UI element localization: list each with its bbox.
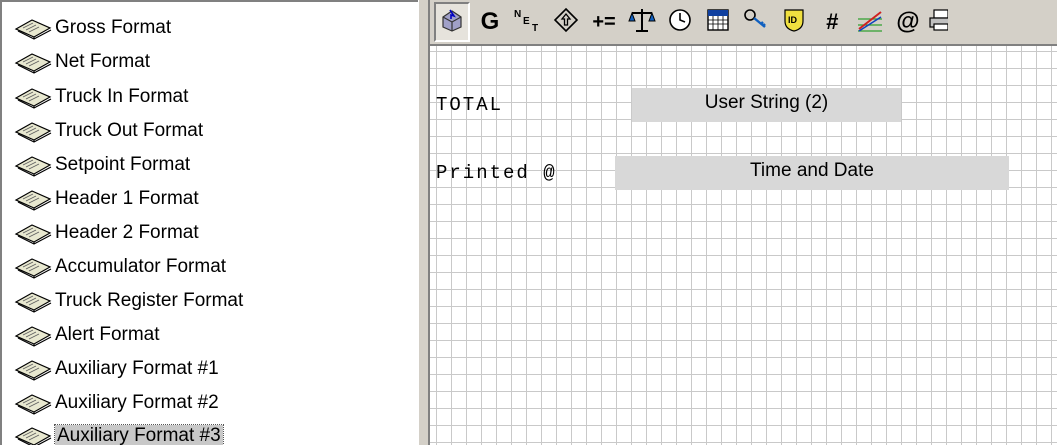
format-book-icon <box>14 391 54 415</box>
tree-item-auxiliary-format-2[interactable]: Auxiliary Format #2 <box>14 391 219 415</box>
tree-item-label: Accumulator Format <box>55 256 227 277</box>
gross-field-button[interactable]: G <box>472 2 508 42</box>
svg-text:N: N <box>514 9 521 20</box>
calendar-icon <box>706 8 730 37</box>
tree-item-label: Truck Out Format <box>55 120 204 141</box>
tree-item-label: Auxiliary Format #3 <box>54 424 224 445</box>
net-tare-icon: N E T <box>513 7 543 38</box>
tree-item-label: Setpoint Format <box>55 154 191 175</box>
accumulate-icon: += <box>592 10 616 33</box>
net-tare-field-button[interactable]: N E T <box>510 2 546 42</box>
number-icon: # <box>825 9 839 34</box>
tree-item-accumulator-format[interactable]: Accumulator Format <box>14 255 226 279</box>
tree-item-truck-register-format[interactable]: Truck Register Format <box>14 289 243 313</box>
tree-item-label: Alert Format <box>55 324 160 345</box>
tree-item-auxiliary-format-3[interactable]: Auxiliary Format #3 <box>14 424 224 445</box>
time-and-date-field[interactable]: Time and Date <box>615 156 1009 190</box>
format-design-canvas[interactable]: TOTAL User String (2) Printed @ Time and… <box>430 46 1057 445</box>
tree-item-setpoint-format[interactable]: Setpoint Format <box>14 153 190 177</box>
svg-text:ID: ID <box>788 15 798 25</box>
time-field-button[interactable] <box>662 2 698 42</box>
tree-item-label: Header 1 Format <box>55 188 199 209</box>
print-button[interactable] <box>928 2 948 42</box>
format-book-icon <box>14 323 54 347</box>
clock-icon <box>667 7 693 38</box>
setpoint-field-button[interactable] <box>548 2 584 42</box>
tree-item-label: Auxiliary Format #1 <box>55 358 219 379</box>
tree-item-label: Auxiliary Format #2 <box>55 392 219 413</box>
tree-item-label: Truck Register Format <box>55 290 244 311</box>
format-tree[interactable]: Gross Format Net Format Truck In Format … <box>0 0 418 445</box>
format-book-icon <box>14 221 54 245</box>
tree-item-label: Net Format <box>55 51 151 72</box>
svg-text:E: E <box>523 16 530 27</box>
format-book-icon <box>14 357 54 381</box>
at-icon: @ <box>896 8 920 35</box>
format-book-icon <box>14 289 54 313</box>
graph-field-button[interactable] <box>852 2 888 42</box>
format-book-icon <box>14 255 54 279</box>
format-book-icon <box>14 153 54 177</box>
tree-item-net-format[interactable]: Net Format <box>14 50 150 74</box>
svg-text:T: T <box>532 23 538 33</box>
id-field-button[interactable]: ID <box>776 2 812 42</box>
tree-item-auxiliary-format-1[interactable]: Auxiliary Format #1 <box>14 357 219 381</box>
format-book-icon <box>14 16 54 40</box>
scale-icon <box>628 6 656 39</box>
tree-item-header-1-format[interactable]: Header 1 Format <box>14 187 199 211</box>
tree-item-label: Header 2 Format <box>55 222 199 243</box>
printer-icon <box>928 8 948 37</box>
format-book-icon <box>14 119 54 143</box>
tree-item-gross-format[interactable]: Gross Format <box>14 16 171 40</box>
id-badge-icon: ID <box>781 7 807 38</box>
tree-item-label: Gross Format <box>55 17 172 38</box>
format-book-icon <box>14 424 54 445</box>
tree-item-header-2-format[interactable]: Header 2 Format <box>14 221 199 245</box>
tree-item-alert-format[interactable]: Alert Format <box>14 323 160 347</box>
printed-at-label[interactable]: Printed @ <box>436 162 557 184</box>
total-label[interactable]: TOTAL <box>436 94 503 116</box>
gross-icon: G <box>480 8 500 35</box>
number-field-button[interactable]: # <box>814 2 850 42</box>
pointer-tool-button[interactable] <box>434 2 470 42</box>
key-field-button[interactable] <box>738 2 774 42</box>
format-book-icon <box>14 85 54 109</box>
panel-splitter[interactable] <box>418 0 430 445</box>
format-book-icon <box>14 187 54 211</box>
date-field-button[interactable] <box>700 2 736 42</box>
accumulate-field-button[interactable]: += <box>586 2 622 42</box>
pointer-icon <box>439 7 465 38</box>
graph-icon <box>856 7 884 38</box>
at-field-button[interactable]: @ <box>890 2 926 42</box>
tree-item-truck-in-format[interactable]: Truck In Format <box>14 85 188 109</box>
tree-item-label: Truck In Format <box>55 86 189 107</box>
tree-item-truck-out-format[interactable]: Truck Out Format <box>14 119 203 143</box>
setpoint-diamond-icon <box>553 7 579 38</box>
user-string-field[interactable]: User String (2) <box>632 88 901 122</box>
format-book-icon <box>14 50 54 74</box>
toolbar: G N E T += ID # @ <box>430 0 1057 46</box>
key-icon <box>743 7 769 38</box>
scale-field-button[interactable] <box>624 2 660 42</box>
